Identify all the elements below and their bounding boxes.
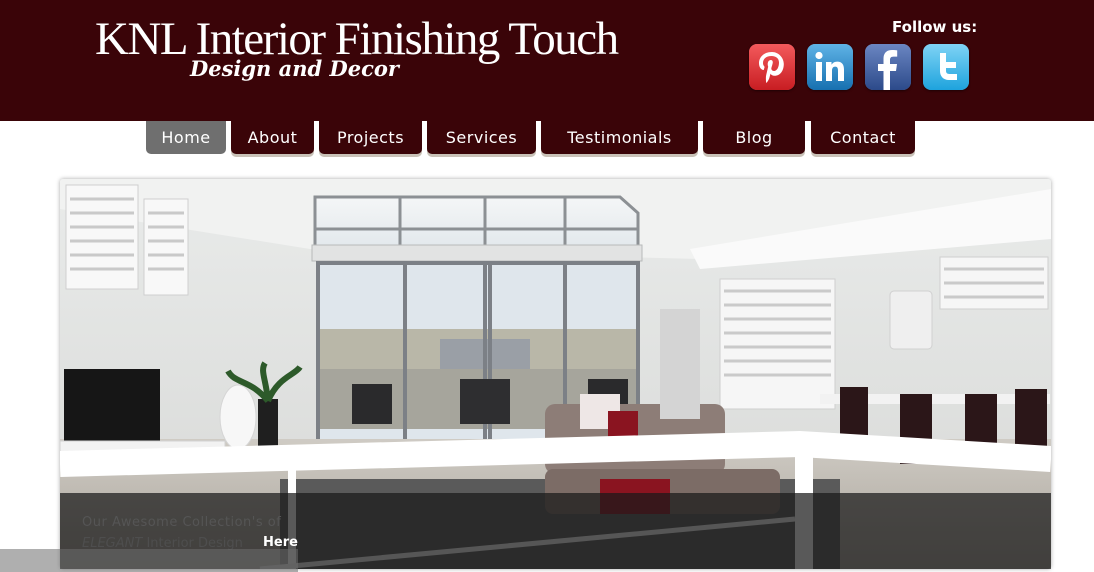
- nav-about[interactable]: About: [231, 121, 314, 154]
- facebook-link[interactable]: [865, 44, 911, 90]
- site-header: KNL Interior Finishing Touch Design and …: [0, 0, 1094, 121]
- nav-testimonials[interactable]: Testimonials: [541, 121, 698, 154]
- linkedin-link[interactable]: [807, 44, 853, 90]
- nav-services[interactable]: Services: [427, 121, 536, 154]
- nav-home[interactable]: Home: [146, 121, 226, 154]
- caption-link-strip: [0, 549, 298, 572]
- site-tagline: Design and Decor: [190, 56, 399, 81]
- linkedin-icon: [807, 44, 853, 90]
- follow-us-label: Follow us:: [892, 18, 978, 36]
- nav-projects[interactable]: Projects: [319, 121, 422, 154]
- twitter-link[interactable]: [923, 44, 969, 90]
- hero-caption-line1: Our Awesome Collection's of: [82, 515, 282, 530]
- nav-contact[interactable]: Contact: [811, 121, 915, 154]
- facebook-icon: [865, 44, 911, 90]
- here-link[interactable]: Here: [263, 535, 298, 550]
- pinterest-icon: [749, 44, 795, 90]
- twitter-icon: [923, 44, 969, 90]
- nav-blog[interactable]: Blog: [703, 121, 805, 154]
- pinterest-link[interactable]: [749, 44, 795, 90]
